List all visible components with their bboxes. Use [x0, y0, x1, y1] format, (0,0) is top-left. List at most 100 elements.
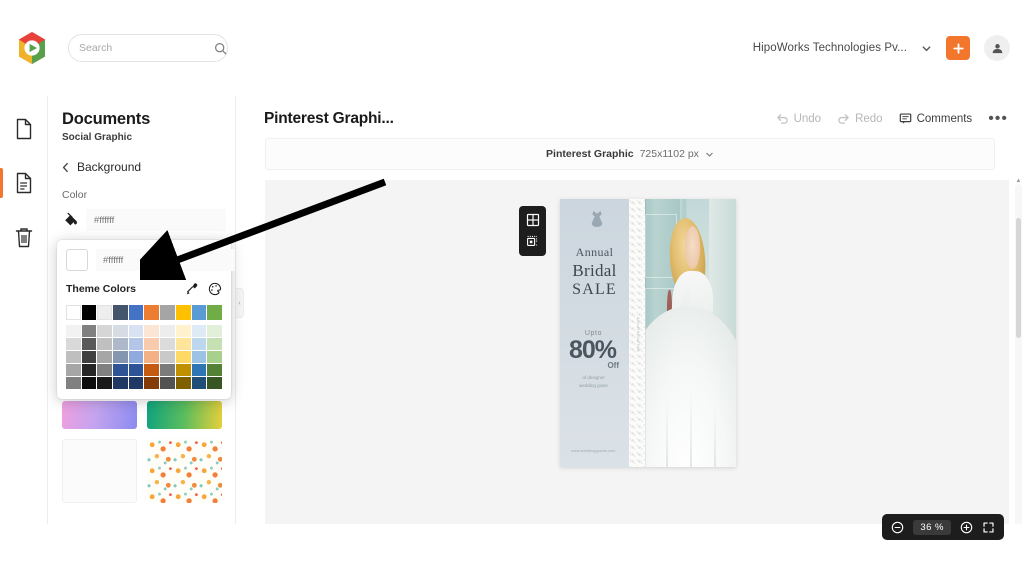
thumbnail-plain-white[interactable]	[62, 439, 137, 503]
color-swatch[interactable]	[97, 377, 112, 389]
sidebar-item-trash[interactable]	[0, 220, 48, 254]
color-swatch[interactable]	[66, 351, 81, 363]
color-swatch[interactable]	[160, 338, 175, 350]
color-swatch[interactable]	[207, 377, 222, 389]
color-preview-swatch[interactable]	[66, 249, 88, 271]
color-swatch[interactable]	[192, 325, 207, 337]
color-swatch[interactable]	[160, 377, 175, 389]
color-swatch[interactable]	[129, 325, 144, 337]
thumbnail-gradient-purple[interactable]	[62, 401, 137, 429]
color-swatch[interactable]	[207, 351, 222, 363]
color-swatch[interactable]	[176, 305, 191, 320]
color-swatch[interactable]	[82, 351, 97, 363]
sidebar-item-new-document[interactable]	[0, 112, 48, 146]
color-swatch[interactable]	[192, 305, 207, 320]
scroll-up-arrow[interactable]: ▲	[1015, 178, 1022, 184]
color-swatch[interactable]	[113, 377, 128, 389]
color-swatch[interactable]	[207, 325, 222, 337]
color-swatch[interactable]	[129, 351, 144, 363]
color-swatch[interactable]	[82, 305, 97, 320]
color-swatch[interactable]	[66, 377, 81, 389]
eyedropper-icon[interactable]	[185, 282, 199, 296]
color-swatch[interactable]	[192, 377, 207, 389]
app-logo[interactable]	[8, 31, 56, 65]
chevron-left-icon[interactable]	[62, 162, 69, 173]
color-swatch[interactable]	[97, 351, 112, 363]
organization-name[interactable]: HipoWorks Technologies Pv...	[753, 42, 907, 54]
thumbnail-gradient-green[interactable]	[147, 401, 222, 429]
color-swatch[interactable]	[144, 364, 159, 376]
color-picker-hex-input[interactable]	[96, 249, 235, 271]
color-wheel-icon[interactable]	[208, 282, 222, 296]
color-swatch[interactable]	[97, 338, 112, 350]
search-input[interactable]	[79, 42, 214, 54]
color-swatch[interactable]	[160, 351, 175, 363]
color-swatch[interactable]	[113, 351, 128, 363]
color-swatch[interactable]	[160, 364, 175, 376]
chevron-down-icon[interactable]	[705, 150, 714, 159]
color-swatch[interactable]	[160, 305, 175, 320]
color-swatch[interactable]	[82, 364, 97, 376]
color-swatch[interactable]	[113, 338, 128, 350]
color-swatch[interactable]	[176, 325, 191, 337]
color-swatch[interactable]	[97, 364, 112, 376]
search-box[interactable]	[68, 34, 228, 62]
redo-button[interactable]: Redo	[837, 112, 883, 125]
color-swatch[interactable]	[144, 377, 159, 389]
color-swatch[interactable]	[66, 305, 81, 320]
color-swatch[interactable]	[129, 338, 144, 350]
paint-bucket-icon[interactable]	[62, 211, 80, 229]
panel-collapse-handle[interactable]: ‹	[236, 288, 244, 318]
add-new-button[interactable]	[946, 36, 970, 60]
color-swatch[interactable]	[144, 305, 159, 320]
color-swatch[interactable]	[207, 364, 222, 376]
color-swatch[interactable]	[66, 325, 81, 337]
color-swatch[interactable]	[82, 338, 97, 350]
color-swatch[interactable]	[176, 351, 191, 363]
color-swatch[interactable]	[144, 338, 159, 350]
color-field-row[interactable]	[62, 209, 222, 231]
color-swatch[interactable]	[82, 377, 97, 389]
plus-circle-icon[interactable]	[960, 521, 973, 534]
background-back-row[interactable]: Background	[62, 160, 235, 174]
color-swatch[interactable]	[176, 377, 191, 389]
minus-circle-icon[interactable]	[891, 521, 904, 534]
color-swatch[interactable]	[192, 338, 207, 350]
design-artboard[interactable]: Annual Bridal SALE Upto 80% Off of desig…	[560, 199, 736, 467]
color-swatch[interactable]	[207, 338, 222, 350]
zoom-level-value[interactable]: 36 %	[913, 520, 951, 535]
search-icon[interactable]	[214, 42, 227, 55]
color-swatch[interactable]	[113, 364, 128, 376]
color-swatch[interactable]	[129, 305, 144, 320]
color-swatch[interactable]	[97, 325, 112, 337]
document-size-bar[interactable]: Pinterest Graphic 725x1102 px	[265, 138, 995, 170]
account-button[interactable]	[984, 35, 1010, 61]
chevron-down-icon[interactable]	[921, 43, 932, 54]
color-swatch[interactable]	[192, 364, 207, 376]
sidebar-item-my-documents[interactable]	[0, 166, 48, 200]
thumbnail-pattern-fruit[interactable]	[147, 439, 222, 503]
color-swatch[interactable]	[176, 364, 191, 376]
color-swatch[interactable]	[129, 377, 144, 389]
color-swatch[interactable]	[144, 325, 159, 337]
expand-icon[interactable]	[982, 521, 995, 534]
color-swatch[interactable]	[160, 325, 175, 337]
color-hex-input[interactable]	[86, 209, 226, 231]
color-swatch[interactable]	[144, 351, 159, 363]
comments-button[interactable]: Comments	[899, 112, 973, 125]
color-swatch[interactable]	[192, 351, 207, 363]
color-swatch[interactable]	[66, 338, 81, 350]
color-swatch[interactable]	[129, 364, 144, 376]
color-swatch[interactable]	[176, 338, 191, 350]
color-swatch[interactable]	[97, 305, 112, 320]
color-swatch[interactable]	[113, 305, 128, 320]
crop-marker-icon[interactable]	[526, 235, 540, 249]
vertical-scrollbar-thumb[interactable]	[1016, 218, 1021, 338]
color-swatch[interactable]	[113, 325, 128, 337]
color-swatch[interactable]	[207, 305, 222, 320]
undo-button[interactable]: Undo	[776, 112, 822, 125]
more-horizontal-icon[interactable]: •••	[988, 114, 1008, 124]
grid-icon[interactable]	[526, 213, 540, 227]
vertical-scrollbar[interactable]: ▲ ▼	[1015, 184, 1022, 534]
color-swatch[interactable]	[82, 325, 97, 337]
